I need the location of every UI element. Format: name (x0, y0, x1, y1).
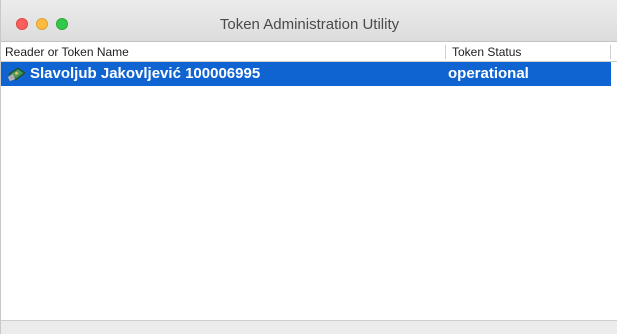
token-list: Slavoljub Jakovljević 100006995 operatio… (1, 62, 611, 86)
window-bottom-bar (1, 320, 617, 334)
token-admin-window: Token Administration Utility Reader or T… (0, 0, 617, 334)
window-title: Token Administration Utility (219, 16, 400, 33)
column-header-name[interactable]: Reader or Token Name (5, 42, 129, 62)
column-header-status[interactable]: Token Status (452, 42, 521, 62)
table-header: Reader or Token Name Token Status (1, 42, 617, 62)
token-name-cell: Slavoljub Jakovljević 100006995 (30, 65, 261, 82)
token-status-cell: operational (448, 65, 529, 82)
smart-card-token-icon (7, 65, 27, 83)
column-divider[interactable] (610, 45, 611, 59)
column-divider[interactable] (445, 45, 446, 59)
table-row[interactable]: Slavoljub Jakovljević 100006995 operatio… (1, 62, 611, 86)
title-bar[interactable]: Token Administration Utility (1, 0, 617, 42)
